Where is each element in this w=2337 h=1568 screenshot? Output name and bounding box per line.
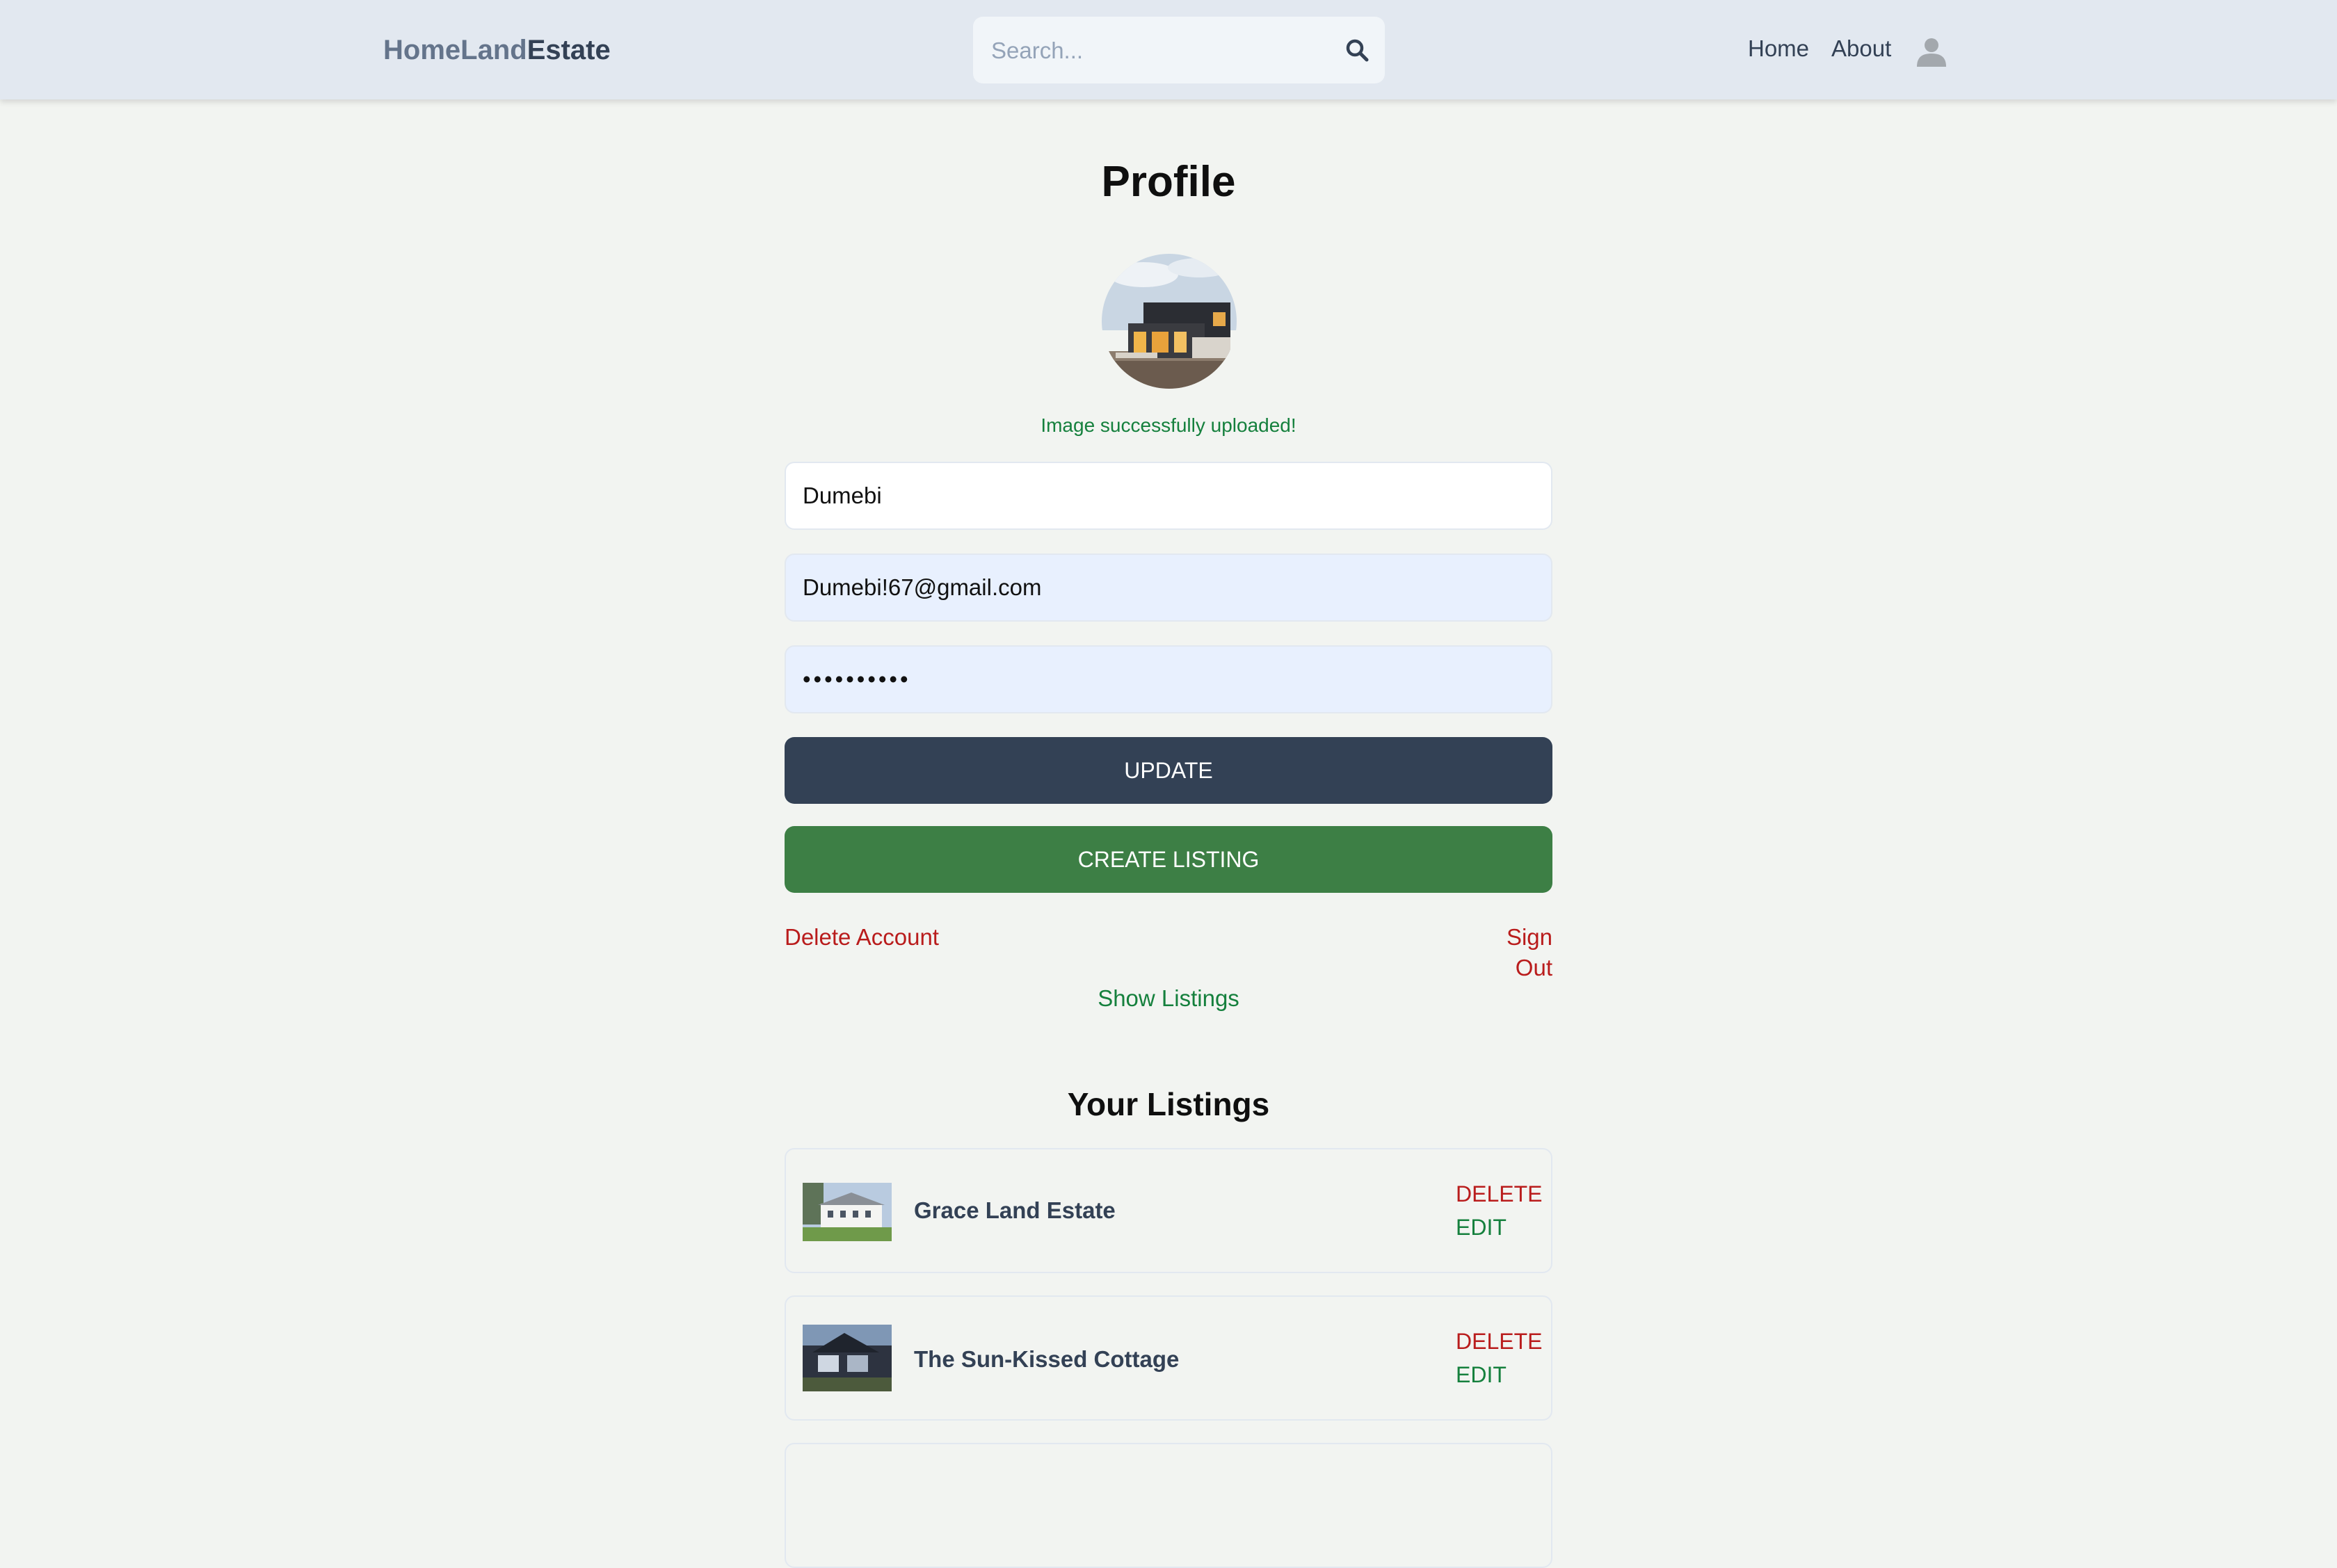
house-photo: [1102, 254, 1237, 389]
listing-delete-button[interactable]: DELETE: [1456, 1326, 1542, 1357]
profile-avatar-image[interactable]: [1102, 254, 1237, 389]
nav-about-link[interactable]: About: [1831, 33, 1891, 64]
listing-card-partial: [785, 1443, 1552, 1568]
listing-delete-button[interactable]: DELETE: [1456, 1179, 1542, 1209]
listings-section-title: Your Listings: [1067, 1086, 1270, 1122]
listing-photo: [803, 1325, 892, 1391]
delete-account-link[interactable]: Delete Account: [785, 922, 939, 953]
username-field[interactable]: [785, 462, 1552, 530]
listing-thumbnail[interactable]: [803, 1325, 892, 1391]
password-field[interactable]: [785, 645, 1552, 713]
create-listing-button[interactable]: CREATE LISTING: [785, 826, 1552, 893]
upload-success-message: Image successfully uploaded!: [1041, 414, 1296, 436]
search-bar: [973, 17, 1385, 85]
listing-edit-button[interactable]: EDIT: [1456, 1359, 1507, 1390]
search-icon[interactable]: [1343, 36, 1371, 64]
listing-edit-button[interactable]: EDIT: [1456, 1212, 1507, 1243]
listing-name[interactable]: The Sun-Kissed Cottage: [914, 1297, 1179, 1419]
site-logo[interactable]: HomeLandEstate: [383, 31, 611, 70]
logo-part-homeland: HomeLand: [383, 35, 527, 65]
user-avatar-icon[interactable]: [1914, 33, 1949, 68]
logo-part-estate: Estate: [527, 35, 611, 65]
listing-card: Grace Land Estate DELETE EDIT: [785, 1148, 1552, 1273]
listing-thumbnail[interactable]: [803, 1183, 892, 1241]
page-title: Profile: [1101, 158, 1236, 206]
listing-name[interactable]: Grace Land Estate: [914, 1149, 1116, 1272]
nav-home-link[interactable]: Home: [1748, 33, 1809, 64]
update-button[interactable]: UPDATE: [785, 737, 1552, 804]
show-listings-link[interactable]: Show Listings: [785, 983, 1552, 1014]
listing-photo: [803, 1183, 892, 1241]
header: HomeLandEstate Home About: [0, 0, 2337, 99]
sign-out-link[interactable]: Sign Out: [1465, 922, 1552, 983]
search-input[interactable]: [990, 17, 1326, 85]
email-field[interactable]: [785, 553, 1552, 622]
listing-card: The Sun-Kissed Cottage DELETE EDIT: [785, 1295, 1552, 1421]
